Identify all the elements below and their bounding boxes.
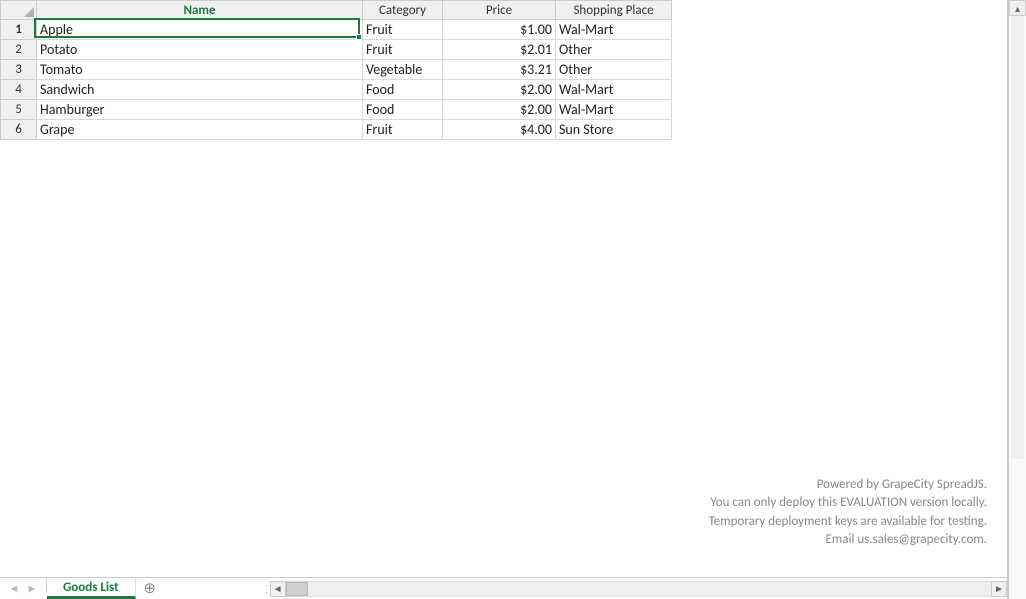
evaluation-notice: Powered by GrapeCity SpreadJS. You can o… [709,476,987,549]
row-header[interactable]: 1 [1,20,37,40]
cell-price[interactable]: $2.00 [443,100,556,120]
cell-name[interactable]: Apple [37,20,363,40]
cell-price[interactable]: $3.21 [443,60,556,80]
notice-line: You can only deploy this EVALUATION vers… [709,494,987,512]
cell-category[interactable]: Vegetable [363,60,443,80]
cell-place[interactable]: Other [556,60,672,80]
grid-area[interactable]: Name Category Price Shopping Place 1 App… [0,0,1007,577]
row-header[interactable]: 5 [1,100,37,120]
col-header-price[interactable]: Price [443,1,556,20]
scroll-right-icon[interactable]: ► [991,581,1007,597]
cell-category[interactable]: Fruit [363,20,443,40]
cell-place[interactable]: Wal-Mart [556,100,672,120]
cell-name[interactable]: Sandwich [37,80,363,100]
v-scroll-track[interactable] [1011,16,1024,459]
cell-place[interactable]: Other [556,40,672,60]
column-header-row: Name Category Price Shopping Place [1,1,672,20]
cell-price[interactable]: $1.00 [443,20,556,40]
table-row: 4 Sandwich Food $2.00 Wal-Mart [1,80,672,100]
sheet-tab-active[interactable]: Goods List [47,578,136,599]
table-row: 5 Hamburger Food $2.00 Wal-Mart [1,100,672,120]
cell-category[interactable]: Fruit [363,40,443,60]
spreadsheet-grid: Name Category Price Shopping Place 1 App… [0,0,672,140]
cell-name[interactable]: Hamburger [37,100,363,120]
horizontal-scrollbar[interactable]: ◄ ► [270,580,1007,597]
cell-category[interactable]: Fruit [363,120,443,140]
bottom-bar: ◄ ► Goods List ⊕ ⋮ ◄ ► [0,577,1007,599]
scroll-up-icon[interactable]: ▴ [1009,0,1026,16]
col-header-shopping-place[interactable]: Shopping Place [556,1,672,20]
col-header-category[interactable]: Category [363,1,443,20]
tab-nav-next-icon[interactable]: ► [24,581,40,597]
row-header[interactable]: 4 [1,80,37,100]
table-row: 6 Grape Fruit $4.00 Sun Store [1,120,672,140]
col-header-name[interactable]: Name [37,1,363,20]
cell-place[interactable]: Sun Store [556,120,672,140]
cell-category[interactable]: Food [363,80,443,100]
cell-place[interactable]: Wal-Mart [556,20,672,40]
notice-line: Powered by GrapeCity SpreadJS. [709,476,987,494]
spreadsheet-container: Name Category Price Shopping Place 1 App… [0,0,1026,599]
add-sheet-icon[interactable]: ⊕ [136,578,164,599]
main-area: Name Category Price Shopping Place 1 App… [0,0,1008,599]
cell-category[interactable]: Food [363,100,443,120]
h-scroll-thumb[interactable] [286,582,308,596]
scroll-left-icon[interactable]: ◄ [270,581,286,597]
cell-name[interactable]: Grape [37,120,363,140]
cell-name[interactable]: Tomato [37,60,363,80]
tab-navigation: ◄ ► [0,578,46,599]
row-header[interactable]: 2 [1,40,37,60]
cell-name[interactable]: Potato [37,40,363,60]
cell-place[interactable]: Wal-Mart [556,80,672,100]
cell-price[interactable]: $4.00 [443,120,556,140]
row-header[interactable]: 6 [1,120,37,140]
notice-line: Temporary deployment keys are available … [709,513,987,531]
notice-line: Email us.sales@grapecity.com. [709,531,987,549]
tab-nav-prev-icon[interactable]: ◄ [6,581,22,597]
h-scroll-track[interactable] [286,581,991,597]
cell-price[interactable]: $2.00 [443,80,556,100]
cell-price[interactable]: $2.01 [443,40,556,60]
vertical-scrollbar[interactable]: ▴ [1008,0,1026,599]
row-header[interactable]: 3 [1,60,37,80]
table-row: 2 Potato Fruit $2.01 Other [1,40,672,60]
select-all-corner[interactable] [1,1,37,20]
table-row: 1 Apple Fruit $1.00 Wal-Mart [1,20,672,40]
tab-spacer [164,578,264,599]
table-row: 3 Tomato Vegetable $3.21 Other [1,60,672,80]
